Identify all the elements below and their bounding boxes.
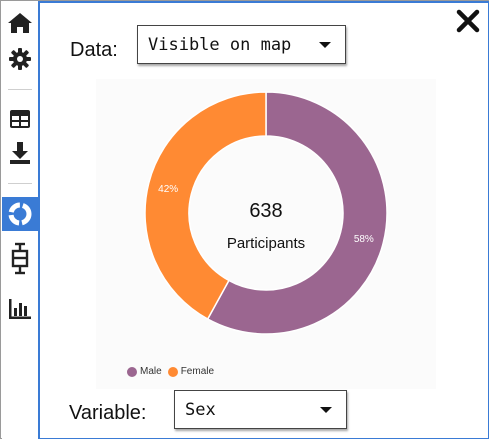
bar-chart-button[interactable] xyxy=(2,292,38,326)
side-toolbar xyxy=(2,2,38,439)
home-button[interactable] xyxy=(2,6,38,40)
bar-chart-icon xyxy=(9,299,31,319)
window-frame: Data: Visible on map 58% 42% 638 Particip… xyxy=(0,0,489,439)
boxplot-icon xyxy=(11,242,29,275)
legend-label-female: Female xyxy=(180,366,215,377)
gear-icon xyxy=(9,48,31,70)
slice-label-female: 42% xyxy=(158,184,178,195)
download-icon xyxy=(10,142,30,164)
variable-select[interactable]: Sex xyxy=(174,390,347,429)
legend-label-male: Male xyxy=(140,366,162,377)
legend-swatch-male xyxy=(127,366,137,377)
legend-swatch-female xyxy=(167,366,178,377)
chevron-down-icon xyxy=(319,41,331,48)
participant-count: 638 xyxy=(249,200,283,222)
toolbar-divider xyxy=(8,183,32,184)
donut-chart: 58% 42% 638 Participants Male Female xyxy=(96,79,436,389)
donut-chart-button[interactable] xyxy=(2,197,38,231)
settings-button[interactable] xyxy=(2,42,38,76)
donut-chart-icon xyxy=(8,202,32,226)
chart-legend: Male Female xyxy=(127,366,216,377)
table-icon xyxy=(10,110,30,128)
participant-label: Participants xyxy=(226,235,306,252)
close-icon xyxy=(456,9,480,33)
data-select-value: Visible on map xyxy=(148,34,292,55)
slice-label-male: 58% xyxy=(354,234,374,245)
chart-panel: Data: Visible on map 58% 42% 638 Particip… xyxy=(38,1,489,439)
download-button[interactable] xyxy=(2,136,38,170)
close-button[interactable] xyxy=(454,7,482,35)
variable-label: Variable: xyxy=(69,402,147,424)
data-label: Data: xyxy=(70,39,118,61)
boxplot-button[interactable] xyxy=(2,242,38,276)
variable-select-value: Sex xyxy=(185,399,216,420)
data-select[interactable]: Visible on map xyxy=(137,25,346,64)
donut-chart-svg: 58% 42% xyxy=(144,91,388,335)
home-icon xyxy=(8,13,32,33)
legend-item-male: Male xyxy=(127,366,162,377)
chevron-down-icon xyxy=(320,406,332,413)
legend-item-female: Female xyxy=(167,366,215,377)
toolbar-divider xyxy=(8,89,32,90)
table-button[interactable] xyxy=(2,102,38,136)
